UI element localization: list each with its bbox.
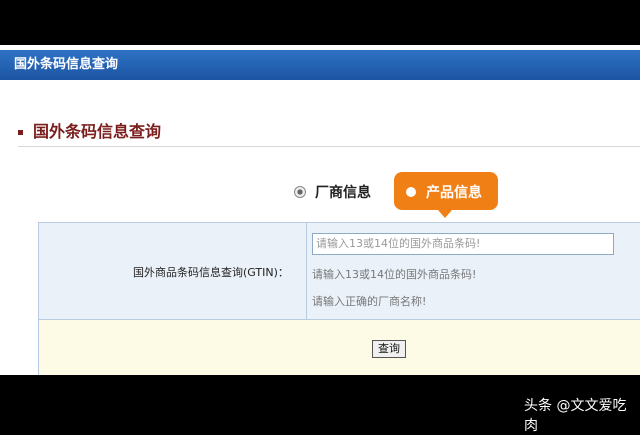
divider (18, 146, 640, 147)
gtin-field-label: 国外商品条码信息查询(GTIN)： (133, 266, 289, 279)
product-radio-dot-icon[interactable] (406, 187, 416, 197)
product-info-callout[interactable]: 产品信息 (394, 172, 498, 218)
manufacturer-hint: 请输入正确的厂商名称! (312, 295, 427, 308)
manufacturer-radio-label[interactable]: 厂商信息 (315, 182, 371, 202)
bullet-icon (18, 130, 23, 135)
query-type-selector: 厂商信息 (0, 177, 640, 217)
product-radio-label[interactable]: 产品信息 (426, 182, 482, 202)
form-column-divider (306, 223, 307, 321)
manufacturer-radio[interactable] (294, 186, 306, 198)
browser-screen: 国外条码信息查询 国外条码信息查询 厂商信息 产品信息 国外商品条码信息查询(G… (0, 45, 640, 375)
callout-tail-icon (438, 210, 452, 218)
gtin-input[interactable]: 请输入13或14位的国外商品条码! (312, 233, 614, 255)
product-hint: 请输入13或14位的国外商品条码! (312, 268, 477, 281)
source-watermark: 头条 @文文爱吃肉 (524, 398, 627, 434)
query-form: 国外商品条码信息查询(GTIN)： 请输入13或14位的国外商品条码! 请输入1… (38, 222, 640, 321)
query-button[interactable]: 查询 (372, 340, 406, 358)
section-title-text: 国外条码信息查询 (33, 122, 162, 141)
window-titlebar: 国外条码信息查询 (0, 50, 640, 80)
section-heading: 国外条码信息查询 (18, 118, 161, 142)
submit-area: 查询 (38, 320, 640, 375)
